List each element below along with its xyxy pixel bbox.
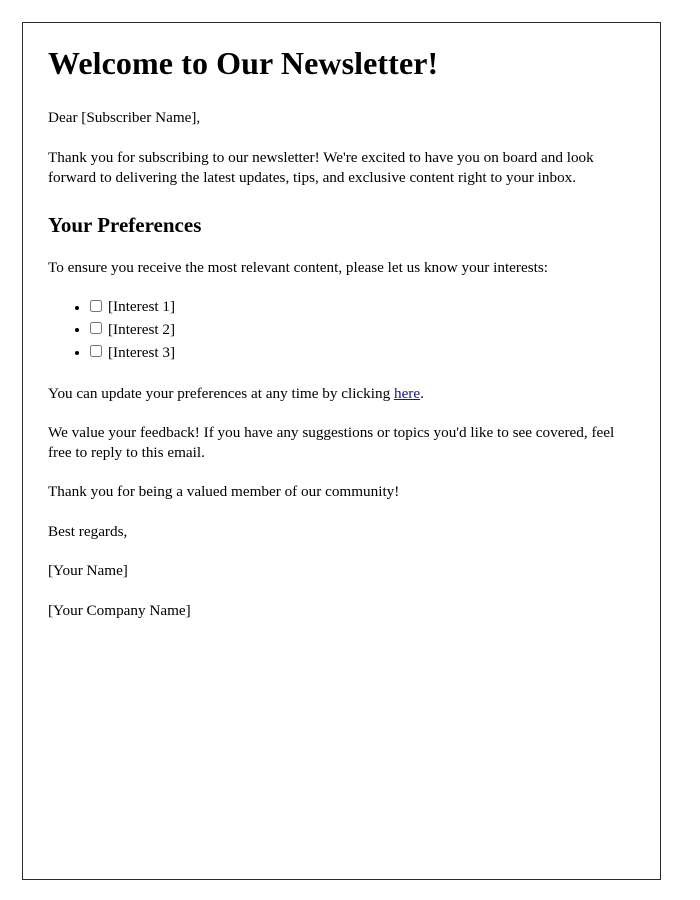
update-preferences-link[interactable]: here: [394, 385, 420, 402]
interest-list: [Interest 1] [Interest 2] [Interest 3]: [48, 298, 635, 364]
closing-thanks-paragraph: Thank you for being a valued member of o…: [48, 483, 400, 501]
list-item: [Interest 2]: [90, 320, 635, 341]
interest-row: [Interest 2]: [90, 320, 176, 338]
interest-row: [Interest 3]: [90, 343, 176, 361]
interest-2-label: [Interest 2]: [108, 320, 176, 338]
document-page: Welcome to Our Newsletter! Dear [Subscri…: [22, 22, 661, 880]
update-notice-text-before: You can update your preferences at any t…: [48, 384, 394, 402]
sender-name: [Your Name]: [48, 562, 128, 580]
interest-3-label: [Interest 3]: [108, 343, 176, 361]
list-item: [Interest 1]: [90, 298, 635, 319]
interest-2-checkbox[interactable]: [90, 322, 102, 335]
update-preferences-notice: You can update your preferences at any t…: [48, 384, 628, 403]
salutation-text: Dear [Subscriber Name],: [48, 108, 201, 126]
signoff-text: Best regards,: [48, 522, 128, 540]
interest-1-checkbox[interactable]: [90, 299, 102, 312]
interest-row: [Interest 1]: [90, 298, 176, 316]
preferences-heading: Your Preferences: [48, 213, 202, 238]
document-content: Welcome to Our Newsletter! Dear [Subscri…: [23, 23, 660, 620]
sender-company: [Your Company Name]: [48, 601, 191, 619]
update-notice-text-after: .: [420, 384, 424, 402]
interest-1-label: [Interest 1]: [108, 298, 176, 316]
interest-3-checkbox[interactable]: [90, 345, 102, 358]
list-item: [Interest 3]: [90, 343, 635, 364]
intro-paragraph: Thank you for subscribing to our newslet…: [48, 149, 594, 186]
preferences-instruction: To ensure you receive the most relevant …: [48, 259, 548, 277]
page-title: Welcome to Our Newsletter!: [48, 45, 439, 81]
feedback-paragraph: We value your feedback! If you have any …: [48, 424, 615, 461]
